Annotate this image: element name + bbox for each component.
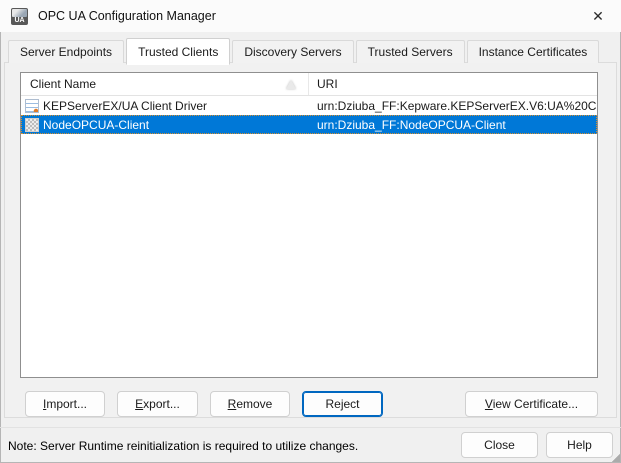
table-row-kepserverex[interactable]: KEPServerEX/UA Client Driver urn:Dziuba_…	[21, 96, 597, 115]
import-button[interactable]: Import...	[25, 391, 105, 417]
close-icon[interactable]: ✕	[575, 0, 621, 32]
tab-trusted-clients[interactable]: Trusted Clients	[126, 38, 231, 65]
resize-grip[interactable]	[612, 454, 620, 462]
opc-ua-configuration-manager-dialog: UA OPC UA Configuration Manager ✕ Server…	[0, 0, 621, 463]
trusted-clients-list: Client Name URI KEPServerEX/UA Client Dr…	[20, 72, 598, 378]
view-certificate-button[interactable]: View Certificate...	[465, 391, 598, 417]
column-header-client-name-label: Client Name	[30, 77, 97, 91]
uri-cell: urn:Dziuba_FF:Kepware.KEPServerEX.V6:UA%…	[317, 98, 597, 113]
window-title: OPC UA Configuration Manager	[38, 9, 216, 23]
column-header-uri[interactable]: URI	[309, 73, 597, 95]
titlebar: UA OPC UA Configuration Manager ✕	[0, 0, 621, 32]
note-text: Note: Server Runtime reinitialization is…	[8, 439, 359, 453]
tab-server-endpoints[interactable]: Server Endpoints	[8, 40, 125, 63]
tab-trusted-servers[interactable]: Trusted Servers	[355, 40, 465, 63]
table-row-nodeopcua[interactable]: NodeOPCUA-Client urn:Dziuba_FF:NodeOPCUA…	[21, 115, 597, 134]
tab-strip: Server Endpoints Trusted Clients Discove…	[8, 38, 601, 65]
client-name-cell: KEPServerEX/UA Client Driver	[43, 98, 208, 113]
export-button[interactable]: Export...	[117, 391, 198, 417]
app-icon: UA	[11, 7, 28, 25]
uri-cell: urn:Dziuba_FF:NodeOPCUA-Client	[317, 117, 506, 132]
certificate-gray-icon	[25, 117, 39, 132]
column-header-client-name[interactable]: Client Name	[21, 73, 309, 95]
sort-ascending-icon	[286, 79, 296, 89]
reject-button[interactable]: Reject	[302, 391, 383, 417]
close-button[interactable]: Close	[461, 432, 538, 458]
client-name-cell: NodeOPCUA-Client	[43, 117, 150, 132]
bottom-separator	[0, 427, 621, 428]
help-button[interactable]: Help	[546, 432, 613, 458]
app-icon-label: UA	[14, 16, 25, 24]
column-header-uri-label: URI	[317, 77, 338, 91]
tab-discovery-servers[interactable]: Discovery Servers	[232, 40, 354, 63]
remove-button[interactable]: Remove	[210, 391, 290, 417]
list-header: Client Name URI	[21, 73, 597, 96]
tab-instance-certificates[interactable]: Instance Certificates	[466, 40, 600, 63]
certificate-icon	[25, 98, 39, 113]
